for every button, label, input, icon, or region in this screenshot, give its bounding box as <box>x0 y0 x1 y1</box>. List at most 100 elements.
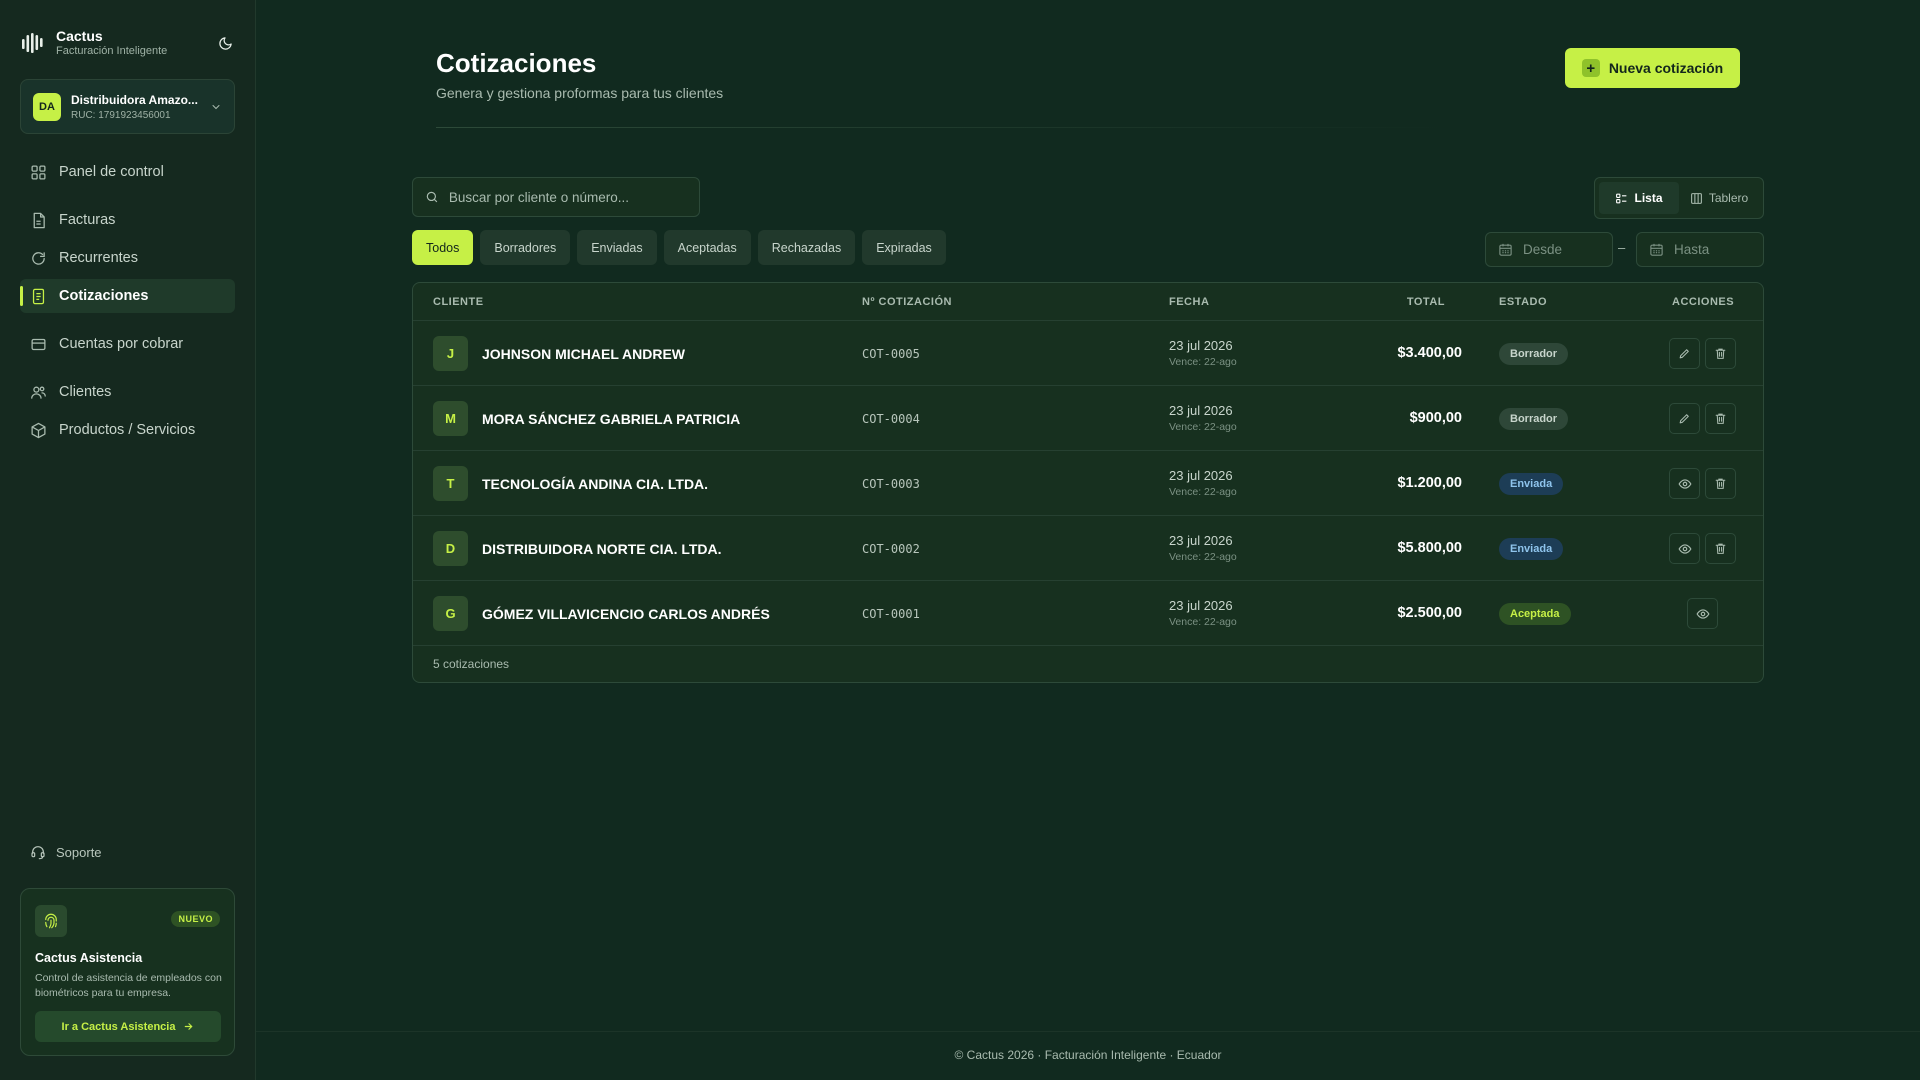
quote-date: 23 jul 2026 <box>1169 338 1233 353</box>
search-input[interactable] <box>448 189 687 205</box>
list-icon <box>1616 193 1627 203</box>
cactus-logo-icon <box>22 33 43 53</box>
delete-button[interactable] <box>1705 403 1736 434</box>
title-divider <box>436 127 1446 128</box>
footer-divider <box>256 1031 1920 1032</box>
pencil-icon <box>1679 414 1689 424</box>
sidebar-item-recurrentes[interactable]: Recurrentes <box>20 241 235 275</box>
quote-total: $900,00 <box>1409 410 1462 426</box>
quotes-table: CLIENTE Nº COTIZACIÓN FECHA TOTAL ESTADO… <box>412 282 1764 683</box>
eye-icon <box>1677 543 1692 554</box>
company-avatar: DA <box>33 92 61 121</box>
table-row[interactable]: T TECNOLOGÍA ANDINA CIA. LTDA. COT-0003 … <box>413 451 1763 516</box>
view-list-label: Lista <box>1634 191 1663 205</box>
page-subtitle: Genera y gestiona proformas para tus cli… <box>436 85 724 101</box>
sidebar-item-label: Productos / Servicios <box>59 422 196 438</box>
filter-enviadas[interactable]: Enviadas <box>577 230 657 265</box>
quote-total: $5.800,00 <box>1397 540 1462 556</box>
dashboard-icon <box>31 164 46 180</box>
edit-button[interactable] <box>1669 403 1700 434</box>
promo-button[interactable]: Ir a Cactus Asistencia <box>35 1011 221 1042</box>
trash-icon <box>1715 478 1726 489</box>
quote-date: 23 jul 2026 <box>1169 598 1233 613</box>
view-button[interactable] <box>1669 533 1700 564</box>
calendar-icon <box>1499 243 1512 256</box>
sidebar-item-facturas[interactable]: Facturas <box>20 203 235 237</box>
table-row[interactable]: G GÓMEZ VILLAVICENCIO CARLOS ANDRÉS COT-… <box>413 581 1763 646</box>
view-toggle: Lista Tablero <box>1594 177 1764 219</box>
trash-icon <box>1715 413 1726 424</box>
date-to-field[interactable]: Hasta <box>1636 232 1764 267</box>
sidebar-item-label: Cotizaciones <box>59 288 149 304</box>
client-avatar: D <box>433 531 468 566</box>
sidebar-item-productos-servicios[interactable]: Productos / Servicios <box>20 413 235 447</box>
table-row[interactable]: J JOHNSON MICHAEL ANDREW COT-0005 23 jul… <box>413 321 1763 386</box>
eye-icon <box>1695 608 1710 619</box>
view-button[interactable] <box>1669 468 1700 499</box>
board-icon <box>1690 192 1702 204</box>
eye-icon <box>1677 478 1692 489</box>
status-badge: Borrador <box>1499 343 1569 365</box>
brand-name: Cactus <box>56 28 103 44</box>
table-row[interactable]: M MORA SÁNCHEZ GABRIELA PATRICIA COT-000… <box>413 386 1763 451</box>
date-from-field[interactable]: Desde <box>1485 232 1613 267</box>
column-header-number: Nº COTIZACIÓN <box>862 296 952 308</box>
status-filters: Todos Borradores Enviadas Aceptadas Rech… <box>412 230 953 265</box>
sidebar-item-label: Cuentas por cobrar <box>59 336 184 352</box>
column-header-total: TOTAL <box>1406 296 1445 308</box>
pencil-icon <box>1679 349 1689 359</box>
quote-date: 23 jul 2026 <box>1169 403 1233 418</box>
quote-date: 23 jul 2026 <box>1169 468 1233 483</box>
view-board-button[interactable]: Tablero <box>1679 182 1759 214</box>
quote-number: COT-0004 <box>862 412 920 426</box>
new-quote-button[interactable]: + Nueva cotización <box>1565 48 1740 88</box>
page-footer: © Cactus 2026 · Facturación Inteligente … <box>954 1048 1222 1062</box>
sidebar-item-label: Panel de control <box>59 164 164 180</box>
refresh-icon <box>32 251 45 265</box>
quote-total: $2.500,00 <box>1397 605 1462 621</box>
brand: Cactus Facturación Inteligente <box>20 26 236 60</box>
invoice-icon <box>33 212 45 228</box>
filter-rechazadas[interactable]: Rechazadas <box>757 230 856 265</box>
wallet-icon <box>31 338 46 350</box>
edit-button[interactable] <box>1669 338 1700 369</box>
delete-button[interactable] <box>1705 533 1736 564</box>
status-badge: Aceptada <box>1499 603 1571 625</box>
brand-subtitle: Facturación Inteligente <box>56 45 168 57</box>
client-avatar: J <box>433 336 468 371</box>
sidebar-item-label: Recurrentes <box>59 250 138 266</box>
filter-todos[interactable]: Todos <box>412 230 474 265</box>
quote-due-date: Vence: 22-ago <box>1169 551 1237 563</box>
date-to-placeholder: Hasta <box>1674 242 1710 257</box>
sidebar-item-clientes[interactable]: Clientes <box>20 375 235 409</box>
company-name: Distribuidora Amazo... <box>71 92 198 107</box>
sidebar: Cactus Facturación Inteligente DA Distri… <box>0 0 256 1080</box>
view-list-button[interactable]: Lista <box>1599 182 1679 214</box>
quote-number: COT-0002 <box>862 542 920 556</box>
sidebar-item-label: Clientes <box>59 384 112 400</box>
arrow-right-icon <box>185 1023 193 1030</box>
status-badge: Borrador <box>1499 408 1569 430</box>
table-row[interactable]: D DISTRIBUIDORA NORTE CIA. LTDA. COT-000… <box>413 516 1763 581</box>
sidebar-item-cuentas-por-cobrar[interactable]: Cuentas por cobrar <box>20 327 235 361</box>
client-avatar: M <box>433 401 468 436</box>
quote-total: $3.400,00 <box>1397 345 1462 361</box>
filter-expiradas[interactable]: Expiradas <box>862 230 946 265</box>
filter-borradores[interactable]: Borradores <box>480 230 571 265</box>
sidebar-item-panel-de-control[interactable]: Panel de control <box>20 155 235 189</box>
support-link[interactable]: Soporte <box>30 840 102 864</box>
company-selector[interactable]: DA Distribuidora Amazo... RUC: 179192345… <box>20 79 235 134</box>
sidebar-item-cotizaciones[interactable]: Cotizaciones <box>20 279 235 313</box>
filter-aceptadas[interactable]: Aceptadas <box>663 230 751 265</box>
column-header-status: ESTADO <box>1499 296 1548 308</box>
view-button[interactable] <box>1687 598 1718 629</box>
company-ruc: RUC: 1791923456001 <box>71 109 171 121</box>
calendar-icon <box>1650 243 1663 256</box>
delete-button[interactable] <box>1705 338 1736 369</box>
users-icon <box>31 386 46 399</box>
theme-toggle-button[interactable] <box>214 32 236 54</box>
promo-title: Cactus Asistencia <box>35 951 143 965</box>
delete-button[interactable] <box>1705 468 1736 499</box>
page-title: Cotizaciones <box>436 48 597 78</box>
column-header-actions: ACCIONES <box>1672 296 1735 308</box>
